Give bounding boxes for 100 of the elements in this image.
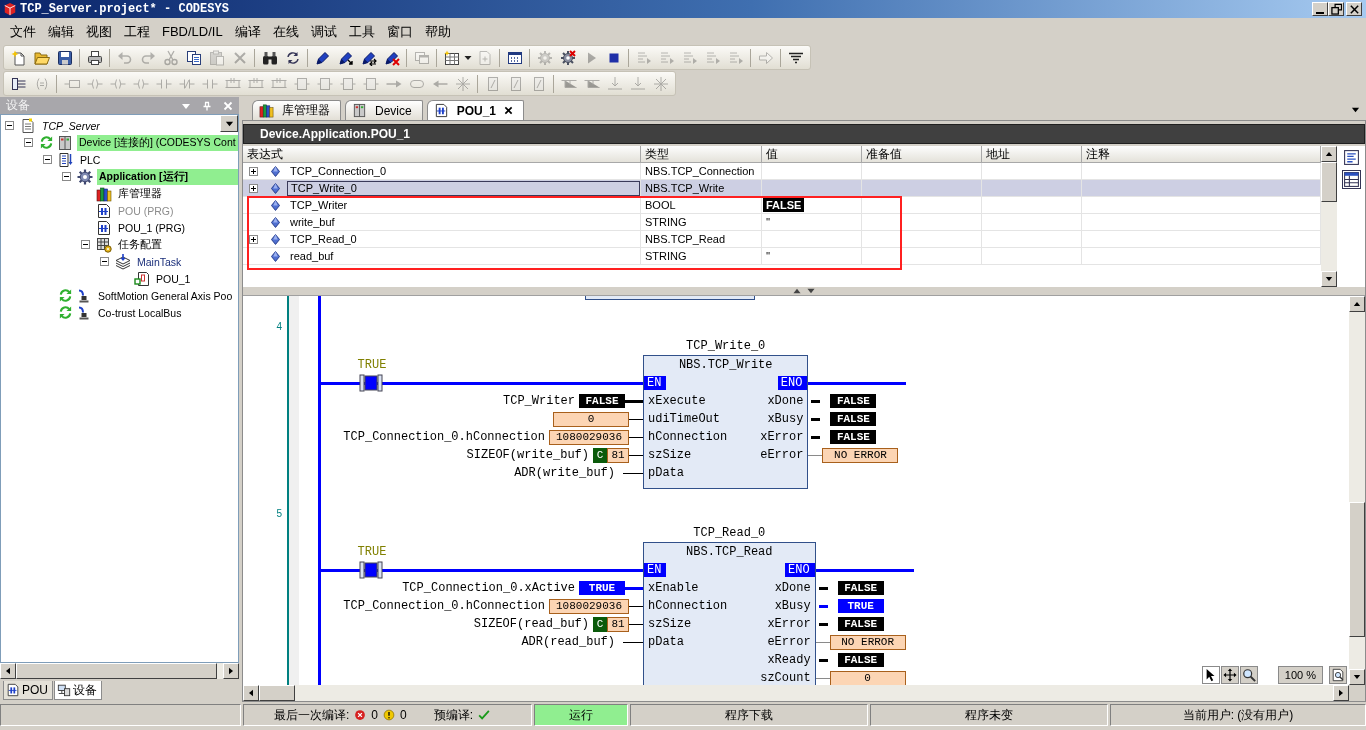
- data-type: STRING: [645, 216, 687, 228]
- window-dots-icon[interactable]: [506, 49, 523, 66]
- vertical-scrollbar[interactable]: [1321, 146, 1337, 287]
- tree-item[interactable]: PLC: [78, 152, 103, 167]
- horizontal-scrollbar[interactable]: [0, 663, 239, 679]
- tree-item[interactable]: POU_1 (PRG): [116, 220, 188, 235]
- books-icon: [96, 185, 112, 202]
- tree-item[interactable]: Co-trust LocalBus: [96, 305, 184, 320]
- binoculars-icon[interactable]: [261, 49, 278, 66]
- restore-button[interactable]: [1328, 2, 1344, 16]
- menu-item[interactable]: 窗口: [380, 20, 419, 43]
- value-field: 81: [607, 616, 629, 632]
- scroll-down-button[interactable]: [1321, 271, 1337, 287]
- plus-box-icon[interactable]: [249, 234, 258, 244]
- move-cross-icon[interactable]: [1220, 666, 1239, 684]
- table-row[interactable]: TCP_Writer BOOL FALSE: [243, 197, 1321, 214]
- scroll-up-button[interactable]: [1321, 146, 1337, 162]
- menu-item[interactable]: 在线: [266, 20, 305, 43]
- tree-item[interactable]: TCP_Server: [40, 118, 102, 133]
- scroll-down-button[interactable]: [1349, 669, 1365, 685]
- instance-name: TCP_Read_0: [692, 525, 767, 542]
- minus-box-icon[interactable]: [100, 257, 109, 266]
- pen-cross-icon[interactable]: [383, 49, 400, 66]
- tree-item[interactable]: MainTask: [135, 254, 184, 269]
- tree-item[interactable]: POU_1: [154, 271, 193, 286]
- editor-tab[interactable]: Device: [345, 100, 423, 120]
- tree-item[interactable]: SoftMotion General Axis Poo: [96, 288, 235, 303]
- menu-item[interactable]: 编辑: [42, 20, 80, 43]
- menu-item[interactable]: 文件: [4, 20, 42, 43]
- scroll-right-button[interactable]: [1333, 685, 1349, 701]
- dropdown-button[interactable]: [220, 115, 238, 132]
- wire: [815, 641, 830, 643]
- copy-pages-icon[interactable]: [185, 49, 202, 66]
- scrollbar-thumb[interactable]: [1321, 162, 1337, 202]
- table-row[interactable]: read_buf STRING '': [243, 248, 1321, 265]
- menu-item[interactable]: 工具: [342, 20, 381, 43]
- scroll-left-button[interactable]: [0, 663, 16, 679]
- pointer-icon[interactable]: [1201, 666, 1220, 684]
- scroll-up-button[interactable]: [1349, 296, 1365, 312]
- output-pin: eError: [766, 634, 811, 651]
- table-icon[interactable]: [443, 49, 460, 66]
- magnifier-icon[interactable]: [1239, 666, 1258, 684]
- minus-box-icon[interactable]: [24, 138, 33, 147]
- table-row[interactable]: TCP_Read_0 NBS.TCP_Read: [243, 231, 1321, 248]
- menu-item[interactable]: 编译: [228, 20, 267, 43]
- plus-box-icon[interactable]: [249, 166, 258, 176]
- bool-value: FALSE: [579, 394, 625, 408]
- pen-icon[interactable]: [314, 49, 331, 66]
- minus-box-icon[interactable]: [5, 121, 14, 130]
- menu-item[interactable]: 帮助: [418, 20, 457, 43]
- scroll-right-button[interactable]: [223, 663, 239, 679]
- error-icon: [354, 709, 367, 721]
- minimize-button[interactable]: [1312, 2, 1328, 16]
- network-icon[interactable]: [10, 75, 27, 92]
- scrollbar-thumb[interactable]: [1349, 502, 1365, 637]
- tree-item[interactable]: Device [连接的] (CODESYS Cont: [77, 134, 238, 151]
- menu-item[interactable]: 调试: [304, 20, 343, 43]
- pen-arrows-icon[interactable]: [360, 49, 377, 66]
- minus-box-icon[interactable]: [81, 240, 90, 249]
- scrollbar-thumb[interactable]: [16, 663, 217, 679]
- panel-tab[interactable]: POU: [3, 681, 53, 700]
- table-row[interactable]: TCP_Write_0 NBS.TCP_Write: [243, 180, 1321, 197]
- tab-label: 设备: [73, 681, 97, 699]
- grid-icon[interactable]: [1342, 171, 1360, 188]
- tree-item[interactable]: Application [运行]: [97, 168, 238, 185]
- editor-tab[interactable]: 库管理器: [252, 100, 341, 120]
- variable-name: TCP_Writer: [289, 198, 349, 213]
- circular-arrows-icon[interactable]: [284, 49, 301, 66]
- page-magnifier-icon[interactable]: [1329, 666, 1347, 684]
- printer-icon[interactable]: [86, 49, 103, 66]
- open-folder-icon[interactable]: [33, 49, 50, 66]
- down-arrow-icon[interactable]: [806, 287, 816, 295]
- editor-tab[interactable]: POU_1: [426, 100, 525, 120]
- scrollbar-thumb[interactable]: [259, 685, 295, 701]
- zoom-field[interactable]: 100 %: [1277, 666, 1323, 684]
- tree-item[interactable]: POU (PRG): [116, 203, 176, 218]
- scroll-left-button[interactable]: [243, 685, 259, 701]
- minus-box-icon[interactable]: [43, 155, 52, 164]
- tree-item[interactable]: 库管理器: [116, 185, 164, 202]
- connector-icon: [76, 287, 92, 304]
- close-icon[interactable]: [504, 106, 514, 115]
- tree-item[interactable]: 任务配置: [116, 236, 164, 253]
- new-file-icon[interactable]: [10, 49, 27, 66]
- gear-cross-icon[interactable]: [559, 49, 576, 66]
- menu-item[interactable]: 工程: [118, 20, 156, 43]
- menu-item[interactable]: FBD/LD/IL: [156, 22, 229, 41]
- close-button[interactable]: [1346, 2, 1362, 16]
- pen-arrow-icon[interactable]: [337, 49, 354, 66]
- data-type: NBS.TCP_Connection: [645, 165, 755, 177]
- table-row[interactable]: write_buf STRING '': [243, 214, 1321, 231]
- vertical-scrollbar[interactable]: [1349, 296, 1365, 685]
- up-arrow-icon[interactable]: [792, 287, 802, 295]
- caret-icon[interactable]: [1351, 105, 1360, 114]
- panel-tab[interactable]: 设备: [54, 681, 102, 700]
- network-number: 4: [276, 321, 282, 332]
- menu-item[interactable]: 视图: [80, 20, 118, 43]
- minus-box-icon[interactable]: [62, 172, 71, 181]
- list-icon[interactable]: [1342, 149, 1360, 166]
- horizontal-scrollbar[interactable]: [243, 685, 1349, 701]
- plus-box-icon[interactable]: [249, 183, 258, 193]
